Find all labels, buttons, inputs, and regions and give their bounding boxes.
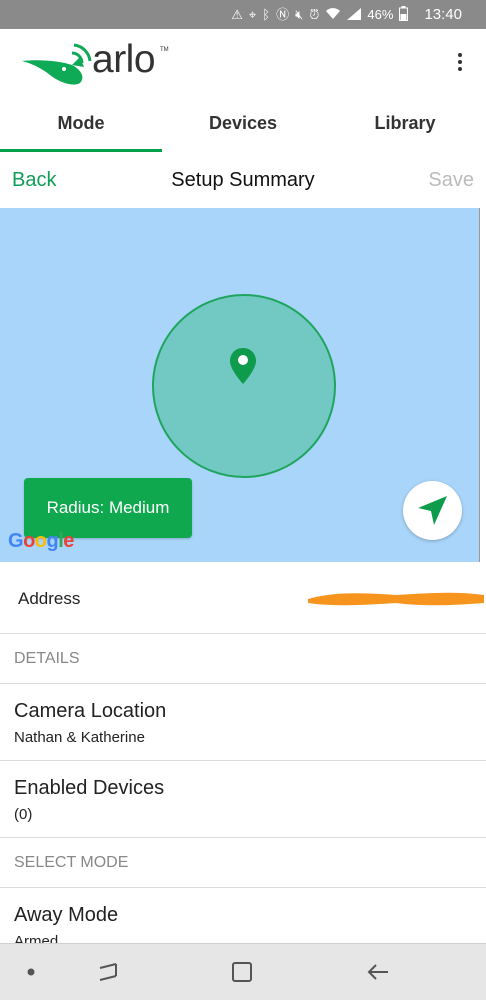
mute-icon: 🔇︎ bbox=[295, 7, 304, 22]
dot-icon[interactable] bbox=[27, 944, 35, 1000]
nfc-icon: Ⓝ bbox=[276, 7, 290, 22]
enabled-devices-count: (0) bbox=[14, 806, 33, 823]
more-vert-icon[interactable] bbox=[452, 51, 468, 75]
recents-icon[interactable] bbox=[96, 944, 120, 1000]
trademark: TM bbox=[160, 47, 169, 53]
details-header-label: DETAILS bbox=[14, 650, 80, 667]
address-label: Address bbox=[18, 589, 81, 608]
back-icon[interactable] bbox=[366, 944, 390, 1000]
tab-devices[interactable]: Devices bbox=[162, 94, 324, 152]
locate-button[interactable] bbox=[403, 481, 462, 540]
tab-library[interactable]: Library bbox=[324, 94, 486, 152]
clock: 13:40 bbox=[424, 6, 462, 23]
signal-icon bbox=[347, 7, 362, 22]
page-title: Setup Summary bbox=[171, 169, 315, 191]
map-view[interactable]: Radius: Medium Google bbox=[0, 208, 486, 562]
status-bar: ⚠ ⌖ ᛒ Ⓝ 🔇︎ ⏰︎ 46% 13:40 bbox=[0, 0, 486, 29]
system-nav-bar bbox=[0, 943, 486, 1000]
enabled-devices-row[interactable]: Enabled Devices (0) bbox=[0, 761, 486, 838]
camera-location-title: Camera Location bbox=[14, 700, 167, 722]
select-mode-section-header: SELECT MODE bbox=[0, 838, 486, 888]
details-section-header: DETAILS bbox=[0, 634, 486, 684]
location-icon: ⌖ bbox=[248, 7, 257, 22]
warning-icon: ⚠ bbox=[231, 7, 243, 22]
select-mode-header-label: SELECT MODE bbox=[14, 854, 129, 871]
camera-location-row[interactable]: Camera Location Nathan & Katherine bbox=[0, 684, 486, 761]
navigation-arrow-icon bbox=[418, 496, 447, 525]
wifi-icon bbox=[325, 7, 341, 22]
tab-bar: Mode Devices Library bbox=[0, 94, 486, 152]
app-header: arlo TM bbox=[0, 29, 486, 94]
status-icons: ⚠ ⌖ ᛒ Ⓝ 🔇︎ ⏰︎ 46% bbox=[231, 6, 416, 23]
google-logo: Google bbox=[8, 530, 74, 552]
nav-bar: Back Setup Summary Save bbox=[0, 152, 486, 209]
home-icon[interactable] bbox=[231, 944, 253, 1000]
save-button[interactable]: Save bbox=[428, 169, 474, 192]
away-mode-title: Away Mode bbox=[14, 904, 119, 926]
battery-percent: 46% bbox=[367, 7, 394, 22]
enabled-devices-title: Enabled Devices bbox=[14, 777, 165, 799]
map-scroll-edge bbox=[479, 208, 486, 562]
bluetooth-icon: ᛒ bbox=[262, 7, 271, 22]
camera-location-value: Nathan & Katherine bbox=[14, 729, 145, 746]
radius-button[interactable]: Radius: Medium bbox=[24, 478, 192, 538]
address-redaction bbox=[308, 592, 484, 606]
tab-mode[interactable]: Mode bbox=[0, 94, 162, 152]
battery-icon bbox=[399, 6, 409, 23]
alarm-icon: ⏰︎ bbox=[309, 7, 320, 22]
location-pin-icon bbox=[230, 348, 256, 384]
logo-text: arlo bbox=[92, 38, 156, 81]
